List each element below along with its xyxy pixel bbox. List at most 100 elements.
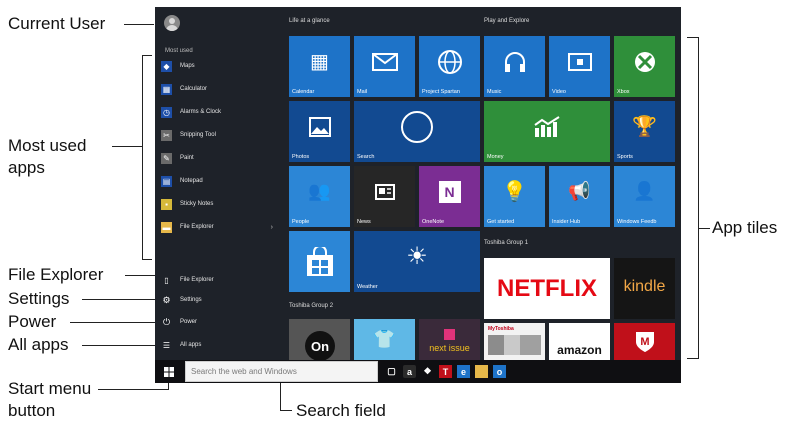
folder-taskbar-icon[interactable] bbox=[475, 365, 488, 378]
callout-current-user: Current User bbox=[8, 14, 106, 33]
tile-xbox[interactable]: Xbox bbox=[614, 36, 675, 97]
tile-windows-feedback[interactable]: 👤 Windows Feedb bbox=[614, 166, 675, 227]
globe-icon bbox=[419, 36, 480, 87]
callout-line-most-used bbox=[112, 146, 142, 147]
callout-app-tiles: App tiles bbox=[712, 218, 778, 237]
all-apps-icon: ☰ bbox=[162, 340, 171, 350]
most-used-item-maps[interactable]: ◆ Maps bbox=[161, 59, 195, 73]
user-icon bbox=[169, 18, 175, 24]
group-title-life-at-a-glance: Life at a glance bbox=[289, 18, 330, 24]
trophy-icon: 🏆 bbox=[632, 116, 657, 138]
bracket-most-used-bottom bbox=[142, 259, 152, 260]
most-used-item-notepad[interactable]: ▤ Notepad bbox=[161, 174, 203, 188]
people-icon: 👥 bbox=[308, 181, 331, 201]
start-menu-button[interactable] bbox=[155, 360, 183, 383]
tile-amazon[interactable]: amazon bbox=[549, 323, 610, 360]
tile-mytoshiba[interactable]: MyToshiba bbox=[484, 323, 545, 360]
tile-kindle[interactable]: kindle bbox=[614, 258, 675, 319]
group-title-toshiba-group-2: Toshiba Group 2 bbox=[289, 303, 334, 309]
callout-line-current-user bbox=[124, 24, 154, 25]
search-field[interactable]: Search the web and Windows bbox=[185, 361, 378, 382]
callout-all-apps: All apps bbox=[8, 335, 69, 354]
tile-on[interactable]: On bbox=[289, 319, 350, 360]
most-used-item-alarms[interactable]: ◷ Alarms & Clock bbox=[161, 105, 221, 119]
gear-icon: ⚙ bbox=[162, 294, 171, 305]
tile-video[interactable]: Video bbox=[549, 36, 610, 97]
nextissue-logo-icon bbox=[444, 329, 455, 340]
callout-file-explorer: File Explorer bbox=[8, 265, 104, 284]
most-used-item-paint[interactable]: ✎ Paint bbox=[161, 151, 194, 165]
tile-sports[interactable]: 🏆 Sports bbox=[614, 101, 675, 162]
netflix-logo: NETFLIX bbox=[497, 275, 597, 302]
tile-store[interactable] bbox=[289, 231, 350, 292]
tile-mail[interactable]: Mail bbox=[354, 36, 415, 97]
folder-icon: ▬ bbox=[161, 221, 172, 233]
search-field-placeholder: Search the web and Windows bbox=[191, 367, 297, 376]
power-button[interactable]: ⏻ Power bbox=[161, 315, 197, 329]
file-explorer-icon: ▯ bbox=[164, 275, 169, 285]
outlook-icon[interactable]: o bbox=[493, 365, 506, 378]
mytoshiba-thumbnails bbox=[488, 335, 541, 355]
most-used-item-file-explorer[interactable]: ▬ File Explorer › bbox=[161, 220, 273, 234]
sticky-notes-icon: ▪ bbox=[161, 198, 172, 210]
news-icon bbox=[354, 166, 415, 217]
all-apps-button[interactable]: ☰ All apps bbox=[161, 338, 201, 352]
most-used-item-snipping-tool[interactable]: ✂ Snipping Tool bbox=[161, 128, 216, 142]
tile-weather[interactable]: ☀ Weather bbox=[354, 231, 480, 292]
photos-icon bbox=[289, 101, 350, 152]
video-icon bbox=[549, 36, 610, 87]
callout-line-file-explorer bbox=[125, 275, 155, 276]
callout-line-settings bbox=[82, 299, 155, 300]
tile-photos[interactable]: Photos bbox=[289, 101, 350, 162]
kindle-logo: kindle bbox=[623, 278, 666, 295]
tile-project-spartan[interactable]: Project Spartan bbox=[419, 36, 480, 97]
tile-insider-hub[interactable]: 📢 Insider Hub bbox=[549, 166, 610, 227]
tile-money[interactable]: Money bbox=[484, 101, 610, 162]
callout-search-field: Search field bbox=[296, 401, 386, 420]
windows-logo-icon bbox=[164, 366, 174, 377]
amazon-logo: amazon bbox=[557, 343, 602, 357]
tile-search[interactable]: Search bbox=[354, 101, 480, 162]
bracket-most-used-vertical bbox=[142, 55, 143, 260]
callout-start-menu-line1: Start menu bbox=[8, 379, 92, 398]
bracket-most-used-top bbox=[142, 55, 152, 56]
search-icon bbox=[354, 101, 480, 152]
megaphone-icon: 📢 bbox=[568, 181, 591, 201]
edge-browser-icon[interactable]: e bbox=[457, 365, 470, 378]
tile-music[interactable]: Music bbox=[484, 36, 545, 97]
shirt-icon: 👕 bbox=[373, 329, 396, 349]
callout-line-all-apps bbox=[82, 345, 155, 346]
dropbox-icon[interactable]: ❖ bbox=[421, 365, 434, 378]
mytoshiba-label: MyToshiba bbox=[488, 326, 514, 332]
headphones-icon bbox=[484, 36, 545, 87]
toshiba-taskbar-icon[interactable]: T bbox=[439, 365, 452, 378]
paint-icon: ✎ bbox=[161, 152, 172, 164]
xbox-icon bbox=[614, 36, 675, 87]
tile-news[interactable]: News bbox=[354, 166, 415, 227]
tile-mcafee[interactable]: M bbox=[614, 323, 675, 360]
current-user-avatar[interactable] bbox=[164, 15, 180, 31]
scissors-icon: ✂ bbox=[161, 129, 172, 141]
map-icon: ◆ bbox=[161, 60, 172, 72]
callout-most-used-line2: apps bbox=[8, 158, 45, 177]
chevron-right-icon[interactable]: › bbox=[271, 224, 273, 231]
calendar-icon: ▦ bbox=[310, 51, 329, 73]
mcafee-shield-icon: M bbox=[614, 323, 675, 360]
sun-icon: ☀ bbox=[406, 243, 428, 270]
tile-get-started[interactable]: 💡 Get started bbox=[484, 166, 545, 227]
most-used-item-sticky-notes[interactable]: ▪ Sticky Notes bbox=[161, 197, 213, 211]
tile-onenote[interactable]: N OneNote bbox=[419, 166, 480, 227]
tile-calendar[interactable]: ▦ Calendar bbox=[289, 36, 350, 97]
settings-button[interactable]: ⚙ Settings bbox=[161, 293, 201, 307]
task-view-icon[interactable]: ▢ bbox=[385, 365, 398, 378]
file-explorer-button[interactable]: ▯ File Explorer bbox=[161, 273, 213, 287]
tile-toshiba-app[interactable]: 👕 bbox=[354, 319, 415, 360]
tile-people[interactable]: 👥 People bbox=[289, 166, 350, 227]
tile-netflix[interactable]: NETFLIX bbox=[484, 258, 610, 319]
callout-line-search-h bbox=[280, 410, 292, 411]
most-used-item-calculator[interactable]: ▦ Calculator bbox=[161, 82, 207, 96]
start-menu: Most used ◆ Maps ▦ Calculator ◷ Alarms &… bbox=[155, 7, 681, 360]
tile-nextissue[interactable]: next issue bbox=[419, 319, 480, 360]
callout-line-power bbox=[70, 322, 155, 323]
amazon-taskbar-icon[interactable]: a bbox=[403, 365, 416, 378]
